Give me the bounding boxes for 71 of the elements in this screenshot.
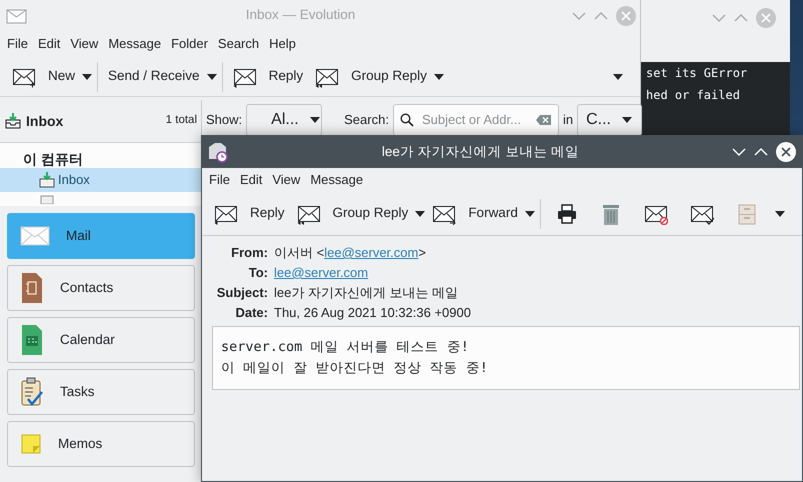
sticky-note-icon: [20, 433, 42, 455]
overflow-caret-icon[interactable]: [774, 210, 786, 218]
message-count: 1 total: [166, 113, 197, 128]
search-field[interactable]: Subject or Addr...: [392, 104, 559, 136]
menu-item[interactable]: Edit: [234, 170, 268, 190]
folder-title: Inbox: [26, 112, 64, 130]
show-dropdown[interactable]: Al...: [246, 104, 322, 136]
terminal-text: hed or failed: [645, 87, 741, 104]
switcher-button[interactable]: Mail: [7, 213, 195, 259]
menu-item[interactable]: Search: [212, 34, 264, 54]
switcher-button[interactable]: Tasks: [7, 369, 195, 415]
toolbar-button[interactable]: Reply: [208, 198, 291, 230]
close-icon[interactable]: [776, 142, 796, 162]
toolbar-button[interactable]: Group Reply: [290, 198, 414, 230]
scope-dropdown[interactable]: C...: [577, 104, 642, 136]
menu-item[interactable]: File: [2, 34, 33, 54]
inbox-icon: [4, 112, 22, 130]
menu-item[interactable]: Message: [103, 34, 166, 54]
dropdown-caret-icon[interactable]: [414, 210, 426, 218]
overflow-caret-icon[interactable]: [612, 72, 624, 80]
dropdown-caret-icon[interactable]: [524, 210, 536, 218]
print-icon: [556, 202, 578, 224]
dropdown-caret-icon[interactable]: [308, 116, 321, 124]
email-link[interactable]: lee@server.com: [274, 265, 368, 280]
dropdown-caret-icon[interactable]: [81, 72, 94, 80]
switcher-button[interactable]: Calendar: [7, 317, 195, 363]
dropdown-caret-icon[interactable]: [432, 72, 445, 80]
search-label: Search:: [344, 111, 389, 130]
show-label: Show:: [206, 111, 242, 130]
calendar-icon: [20, 323, 44, 357]
inbox-icon: [38, 171, 56, 189]
toolbar-button[interactable]: Group Reply: [309, 60, 433, 92]
toolbar-button[interactable]: New: [6, 60, 82, 92]
terminal-text: set its GError: [645, 65, 748, 82]
header-value: lee가 자기자신에게 보내는 메일: [274, 284, 460, 302]
mailbox-row[interactable]: Inbox: [0, 168, 201, 192]
window-title: lee가 자기자신에게 보내는 메일: [382, 144, 580, 159]
cabinet-icon: [736, 202, 758, 224]
body-text: server.com 메일 서버를 테스트 중!: [221, 338, 470, 357]
menu-item[interactable]: View: [65, 34, 104, 54]
window-title: Inbox — Evolution: [246, 7, 356, 22]
in-label: in: [562, 111, 574, 130]
header-label: Date:: [234, 304, 268, 322]
clipboard-check-icon: [20, 377, 44, 407]
header-value: 이서버 <lee@server.com>: [274, 244, 427, 262]
header-value: Thu, 26 Aug 2021 10:32:36 +0900: [274, 304, 472, 322]
header-label: From:: [230, 244, 268, 262]
dropdown-caret-icon[interactable]: [206, 72, 218, 80]
menu-item[interactable]: File: [204, 170, 235, 190]
header-label: To:: [248, 264, 268, 282]
menu-item[interactable]: View: [267, 170, 306, 190]
toolbar-button[interactable]: Send / Receive: [102, 60, 206, 92]
menu-item[interactable]: Folder: [166, 34, 213, 54]
dropdown-caret-icon[interactable]: [620, 116, 633, 124]
switcher-button[interactable]: Contacts: [7, 265, 195, 311]
envelope-clock-icon: [207, 141, 229, 163]
clear-icon[interactable]: [536, 114, 552, 126]
toolbar-button[interactable]: Reply: [226, 60, 310, 92]
switcher-button[interactable]: Memos: [7, 421, 195, 467]
email-link[interactable]: lee@server.com: [324, 245, 418, 260]
header-label: Subject:: [216, 284, 268, 302]
folder-icon: [40, 194, 54, 204]
menu-item[interactable]: Message: [305, 170, 368, 190]
search-input[interactable]: Subject or Addr...: [420, 109, 530, 131]
body-text: 이 메일이 잘 받아진다면 정상 작동 중!: [221, 359, 489, 378]
account-name: 이 컴퓨터: [22, 150, 84, 168]
menu-item[interactable]: Edit: [32, 34, 66, 54]
menu-item[interactable]: Help: [264, 34, 301, 54]
toolbar-button[interactable]: Forward: [426, 198, 524, 230]
address-book-icon: [20, 271, 44, 305]
search-icon: [400, 113, 414, 127]
